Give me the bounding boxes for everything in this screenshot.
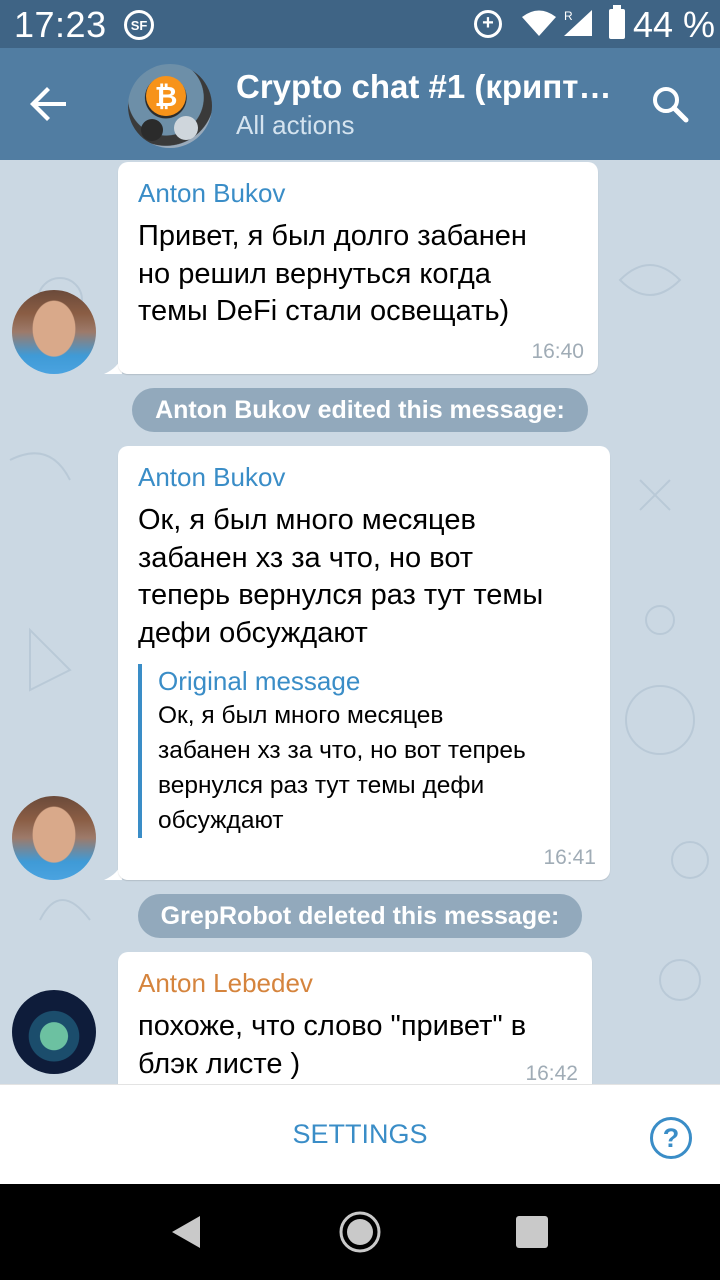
original-message-quote: Original message Ок, я был много месяцев… xyxy=(138,664,526,838)
message-bubble[interactable]: Anton Lebedev похоже, что слово "привет"… xyxy=(118,952,592,1084)
message-time: 16:40 xyxy=(531,340,584,363)
cellular-signal-icon: R xyxy=(564,9,592,36)
message-sender[interactable]: Anton Bukov xyxy=(138,178,285,209)
wifi-icon xyxy=(522,10,556,36)
service-message: GrepRobot deleted this message: xyxy=(138,894,582,938)
chat-message-list[interactable]: Anton Bukov Привет, я был долго забанен … xyxy=(0,160,720,1084)
message-time: 16:41 xyxy=(543,846,596,869)
system-navigation-bar xyxy=(0,1184,720,1280)
svg-text:₿: ₿ xyxy=(155,81,178,112)
data-saver-icon: + xyxy=(474,10,502,38)
nav-recents-icon[interactable] xyxy=(516,1216,548,1248)
message-text: Ок, я был много месяцев забанен хз за чт… xyxy=(138,504,544,649)
chat-avatar[interactable]: ₿ xyxy=(128,64,212,148)
message-time: 16:42 xyxy=(525,1062,578,1084)
battery-icon xyxy=(609,5,625,39)
carrier-logo-icon: SF xyxy=(124,10,154,40)
message-bubble[interactable]: Anton Bukov Ок, я был много месяцев заба… xyxy=(118,446,610,880)
bitcoin-logo-icon: ₿ xyxy=(141,76,198,141)
bottom-action-bar: SETTINGS ? xyxy=(0,1084,720,1184)
roaming-indicator: R xyxy=(564,9,573,23)
status-bar: 17:23 SF + R 44 % xyxy=(0,0,720,48)
avatar-anton-bukov[interactable] xyxy=(12,290,96,374)
avatar-anton-lebedev[interactable] xyxy=(12,990,96,1074)
nav-back-icon[interactable] xyxy=(170,1214,204,1250)
search-icon[interactable] xyxy=(648,82,694,128)
settings-button[interactable]: SETTINGS xyxy=(250,1119,470,1150)
chat-title[interactable]: Crypto chat #1 (крипт… xyxy=(236,68,636,106)
message-text: Привет, я был долго забанен но решил вер… xyxy=(138,220,527,327)
message-text: похоже, что слово "привет" в блэк листе … xyxy=(138,1010,527,1080)
service-message: Anton Bukov edited this message: xyxy=(132,388,588,432)
message-sender[interactable]: Anton Bukov xyxy=(138,462,285,493)
status-time: 17:23 xyxy=(14,4,107,45)
quote-text: Ок, я был много месяцев забанен хз за чт… xyxy=(158,702,526,834)
nav-home-icon[interactable] xyxy=(338,1210,382,1254)
avatar-anton-bukov[interactable] xyxy=(12,796,96,880)
help-icon[interactable]: ? xyxy=(650,1117,692,1159)
back-arrow-icon[interactable] xyxy=(22,78,74,130)
app-toolbar: ₿ Crypto chat #1 (крипт… All actions xyxy=(0,48,720,160)
message-bubble[interactable]: Anton Bukov Привет, я был долго забанен … xyxy=(118,162,598,374)
quote-title: Original message xyxy=(158,666,361,696)
battery-level: 44 % xyxy=(633,4,716,45)
message-sender[interactable]: Anton Lebedev xyxy=(138,968,313,999)
chat-subtitle: All actions xyxy=(236,110,355,140)
